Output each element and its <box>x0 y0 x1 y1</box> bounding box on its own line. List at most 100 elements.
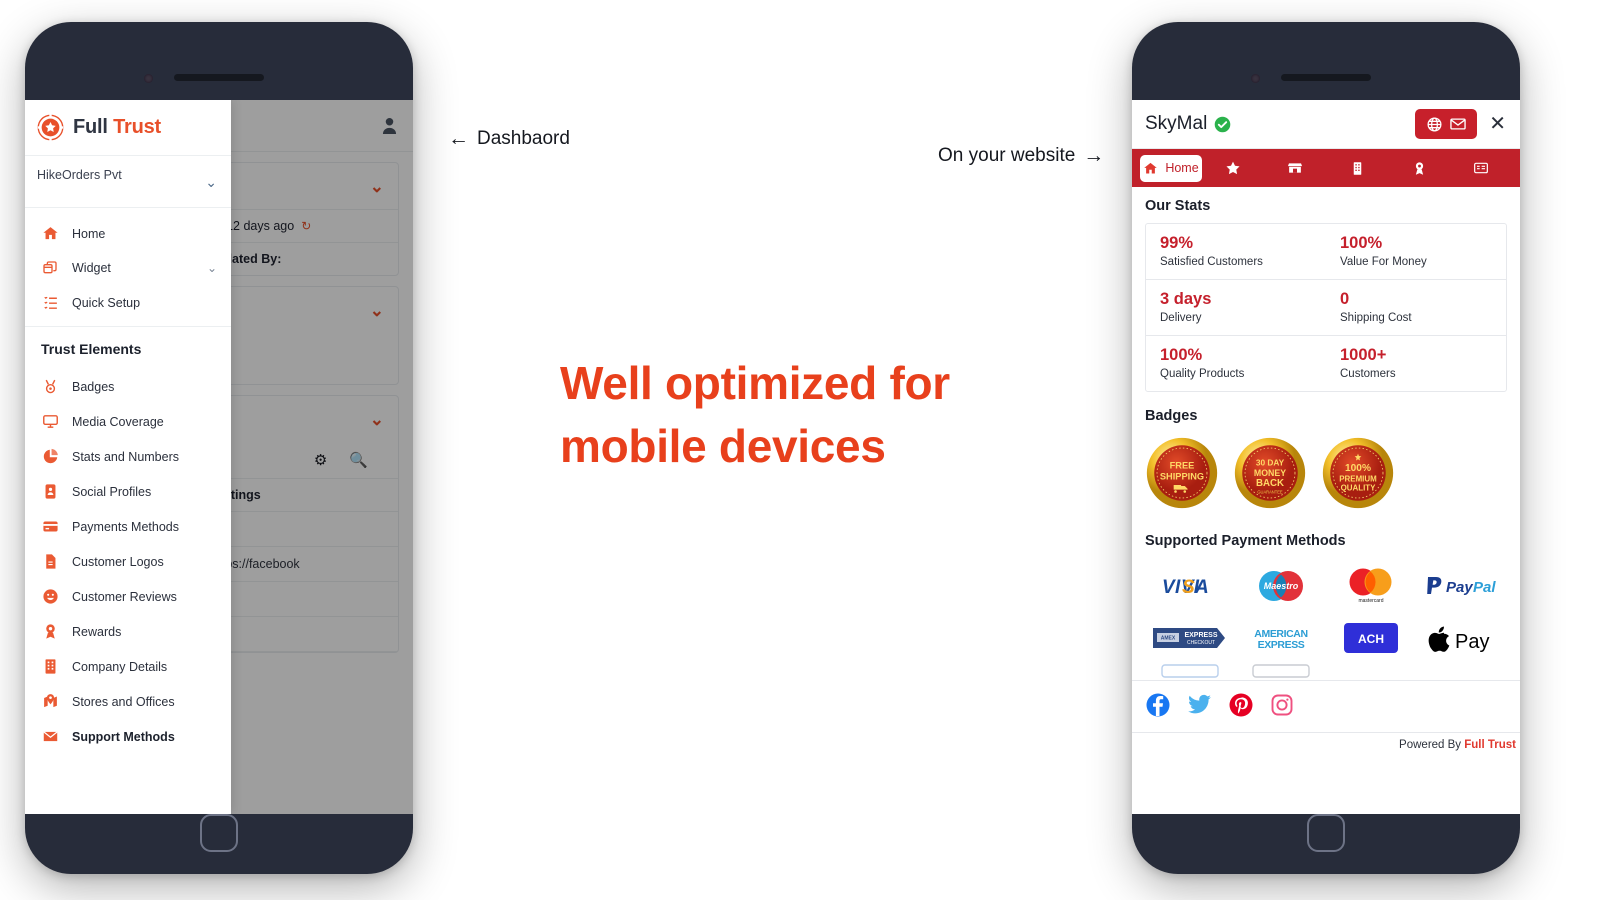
svg-text:mastercard: mastercard <box>1359 598 1384 604</box>
chevron-down-icon[interactable]: ⌄ <box>207 261 217 275</box>
payment-logo-american-express[interactable]: AMERICAN EXPRESS <box>1236 612 1327 664</box>
sidebar-drawer: Full Trust HikeOrders Pvt ⌄ Home Widget … <box>25 100 231 814</box>
payment-logo-mastercard[interactable]: mastercard <box>1326 560 1417 612</box>
sidebar-item-label: Customer Reviews <box>72 589 177 604</box>
org-switcher[interactable]: HikeOrders Pvt ⌄ <box>25 156 231 208</box>
widget-nav-company[interactable] <box>1326 155 1388 182</box>
sidebar-item-label: Stats and Numbers <box>72 449 179 464</box>
annotation-website-label: On your website <box>938 145 1076 166</box>
instagram-icon[interactable] <box>1270 693 1294 722</box>
badge-line-3: BACK <box>1256 478 1284 489</box>
phone-frame-widget: SkyMal ✕ Home Our Stats 99% Satisfied Cu… <box>1132 22 1520 874</box>
svg-text:EXPRESS: EXPRESS <box>1185 632 1218 639</box>
widget-nav-home[interactable]: Home <box>1140 154 1202 182</box>
envelope-icon[interactable] <box>1447 114 1469 134</box>
sidebar-item-label: Media Coverage <box>72 414 164 429</box>
badge-line-2: PREMIUM <box>1339 474 1377 483</box>
stat-item: 100% Value For Money <box>1326 224 1506 279</box>
widget-nav-bar: Home <box>1132 149 1520 187</box>
phone-home-button[interactable] <box>200 814 238 852</box>
svg-text:A: A <box>1194 577 1209 598</box>
widget-header: SkyMal ✕ <box>1132 100 1520 149</box>
sidebar-item-customer-reviews[interactable]: Customer Reviews <box>25 579 231 614</box>
phone-camera <box>144 74 153 83</box>
badge-line-2: MONEY <box>1254 468 1286 478</box>
stat-value: 1000+ <box>1340 346 1387 364</box>
sidebar-item-customer-logos[interactable]: Customer Logos <box>25 544 231 579</box>
close-icon[interactable]: ✕ <box>1489 114 1506 134</box>
phone-home-button[interactable] <box>1307 814 1345 852</box>
sidebar-item-quick-setup[interactable]: Quick Setup <box>25 285 231 320</box>
payment-logo-maestro[interactable]: Maestro <box>1236 560 1327 612</box>
sidebar-item-company-details[interactable]: Company Details <box>25 649 231 684</box>
hero-line-2: mobile devices <box>560 420 886 473</box>
widget-nav-details[interactable] <box>1450 154 1512 182</box>
payment-logo-ach[interactable]: ACH <box>1326 612 1417 664</box>
badges-list: FREE SHIPPING 30 DAY MONEY BACK GUARANTE… <box>1132 433 1520 522</box>
svg-text:Maestro: Maestro <box>1263 581 1298 591</box>
payment-logo-partial-left[interactable] <box>1145 664 1236 680</box>
globe-icon[interactable] <box>1423 114 1445 134</box>
powered-by-prefix: Powered By <box>1399 739 1465 751</box>
sidebar-item-media-coverage[interactable]: Media Coverage <box>25 404 231 439</box>
sidebar-item-payments-methods[interactable]: Payments Methods <box>25 509 231 544</box>
phone-speaker <box>174 74 264 81</box>
hero-line-1: Well optimized for <box>560 357 950 409</box>
payment-logo-apple-pay[interactable]: Pay <box>1417 612 1508 664</box>
stat-label: Customers <box>1340 368 1396 380</box>
chevron-down-icon[interactable]: ⌄ <box>205 174 217 191</box>
sidebar-item-support-methods[interactable]: Support Methods <box>25 719 231 754</box>
payment-logo-partial-empty-1 <box>1326 664 1417 680</box>
badge-line-1: 30 DAY <box>1256 458 1285 468</box>
annotation-dashboard: ← Dashbaord <box>448 127 570 151</box>
annotation-dashboard-label: Dashbaord <box>477 128 570 149</box>
premium-quality-badge[interactable]: 100% PREMIUM QUALITY <box>1321 436 1395 510</box>
sidebar-nav: Home Widget ⌄ Quick Setup <box>25 208 231 320</box>
twitter-icon[interactable] <box>1187 692 1212 722</box>
powered-by-brand: Full Trust <box>1464 739 1516 751</box>
badge-line-2: SHIPPING <box>1160 471 1204 481</box>
list-card-icon <box>1473 160 1489 176</box>
svg-text:ACH: ACH <box>1358 632 1384 646</box>
payment-logo-partial-right[interactable] <box>1236 664 1327 680</box>
stat-value: 3 days <box>1160 290 1212 308</box>
sidebar-item-rewards[interactable]: Rewards <box>25 614 231 649</box>
powered-by-footer: Powered By Full Trust <box>1132 732 1520 757</box>
star-icon <box>1225 160 1241 176</box>
payment-logo-visa[interactable]: VIVISAVISA <box>1145 560 1236 612</box>
sidebar-item-widget[interactable]: Widget ⌄ <box>25 251 231 285</box>
stats-row: 100% Quality Products 1000+ Customers <box>1146 336 1506 391</box>
widget-nav-store[interactable] <box>1264 154 1326 182</box>
widget-nav-reviews[interactable] <box>1202 154 1264 182</box>
stats-table: 99% Satisfied Customers 100% Value For M… <box>1145 223 1507 392</box>
svg-text:S: S <box>1182 577 1195 598</box>
pinterest-icon[interactable] <box>1229 693 1253 722</box>
sidebar-item-badges[interactable]: Badges <box>25 369 231 404</box>
money-back-badge[interactable]: 30 DAY MONEY BACK GUARANTEE <box>1233 436 1307 510</box>
quick-setup-icon <box>41 294 59 311</box>
org-name: HikeOrders Pvt <box>37 168 122 182</box>
payment-logo-amex-checkout[interactable]: AMEX EXPRESS CHECKOUT <box>1145 612 1236 664</box>
phone-camera <box>1251 74 1260 83</box>
app-logo[interactable]: Full Trust <box>25 100 231 156</box>
svg-text:EXPRESS: EXPRESS <box>1257 639 1304 651</box>
home-icon <box>41 225 59 242</box>
payment-logo-paypal[interactable]: Pay Pal <box>1417 560 1508 612</box>
sidebar-item-stores-and-offices[interactable]: Stores and Offices <box>25 684 231 719</box>
sidebar-item-social-profiles[interactable]: Social Profiles <box>25 474 231 509</box>
building-icon <box>1350 161 1365 176</box>
verified-check-icon <box>1214 116 1231 133</box>
sidebar-item-label: Payments Methods <box>72 519 179 534</box>
svg-text:CHECKOUT: CHECKOUT <box>1187 640 1215 646</box>
svg-text:GUARANTEE: GUARANTEE <box>1257 489 1283 494</box>
sidebar-item-stats-and-numbers[interactable]: Stats and Numbers <box>25 439 231 474</box>
widget-nav-rewards[interactable] <box>1388 155 1450 182</box>
svg-text:Pay: Pay <box>1446 579 1473 596</box>
stat-item: 1000+ Customers <box>1326 336 1506 391</box>
svg-text:I: I <box>1175 577 1181 598</box>
sidebar-item-home[interactable]: Home <box>25 216 231 251</box>
sidebar-item-label: Quick Setup <box>72 295 141 310</box>
facebook-icon[interactable] <box>1146 693 1170 722</box>
badge-icon <box>41 378 59 395</box>
free-shipping-badge[interactable]: FREE SHIPPING <box>1145 436 1219 510</box>
